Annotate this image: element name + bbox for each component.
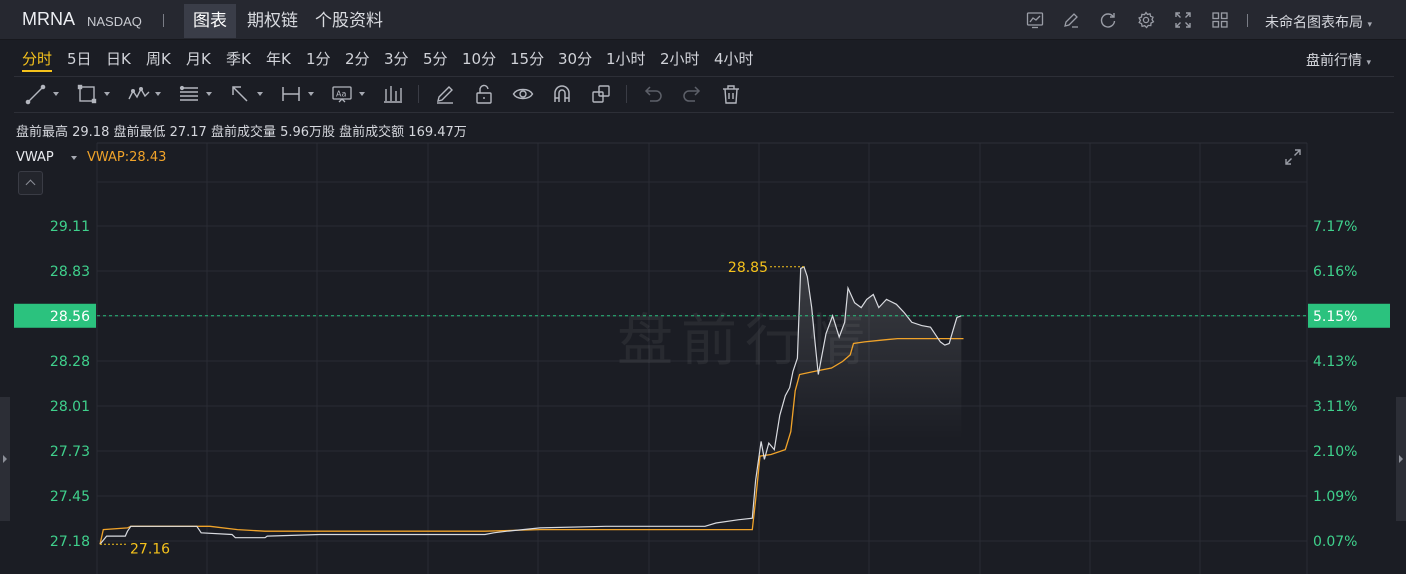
expand-icon[interactable] xyxy=(1284,148,1302,166)
y-tick-label-right: 6.16% xyxy=(1313,264,1357,280)
y-tick-label-right: 7.17% xyxy=(1313,219,1357,235)
y-tick-label-left: 29.11 xyxy=(50,219,90,235)
y-tick-label-left: 27.18 xyxy=(50,534,90,550)
price-annotations: 28.56 5.15% 28.85 27.16 xyxy=(14,260,1390,557)
right-panel-handle[interactable] xyxy=(1396,397,1406,521)
high-price-label: 28.85 xyxy=(728,260,768,276)
current-pct-label: 5.15% xyxy=(1313,309,1357,325)
low-price-label: 27.16 xyxy=(130,541,170,557)
chevron-right-icon xyxy=(1399,455,1403,463)
chevron-right-icon xyxy=(3,455,7,463)
y-tick-label-right: 2.10% xyxy=(1313,444,1357,460)
y-tick-label-right: 4.13% xyxy=(1313,354,1357,370)
vwap-value: VWAP:28.43 xyxy=(87,150,167,165)
price-chart[interactable]: 盘前行情 29.1128.8328.2828.0127.7327.4527.18… xyxy=(0,0,1406,574)
current-price-label: 28.56 xyxy=(50,309,90,325)
y-tick-label-right: 1.09% xyxy=(1313,489,1357,505)
collapse-button[interactable] xyxy=(18,171,43,195)
right-axis: 7.17% 6.16% 4.13% 3.11% 2.10% 1.09% 0.07% xyxy=(1313,219,1357,550)
y-tick-label-left: 28.01 xyxy=(50,399,90,415)
chevron-down-icon[interactable] xyxy=(71,156,77,160)
left-panel-handle[interactable] xyxy=(0,397,10,521)
y-tick-label-left: 27.45 xyxy=(50,489,90,505)
y-tick-label-left: 28.83 xyxy=(50,264,90,280)
y-tick-label-right: 3.11% xyxy=(1313,399,1357,415)
indicator-name[interactable]: VWAP xyxy=(16,150,54,165)
y-tick-label-right: 0.07% xyxy=(1313,534,1357,550)
y-tick-label-left: 27.73 xyxy=(50,444,90,460)
left-axis: 29.11 28.83 28.28 28.01 27.73 27.45 27.18 xyxy=(50,219,90,550)
y-tick-label-left: 28.28 xyxy=(50,354,90,370)
chevron-up-icon xyxy=(25,179,36,190)
